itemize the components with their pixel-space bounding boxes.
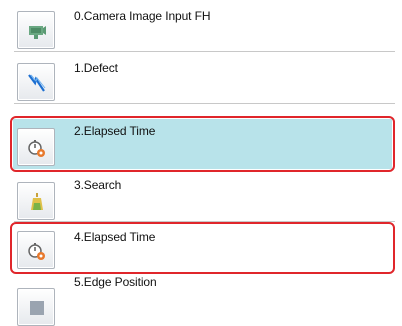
elapsed-time-icon xyxy=(28,140,45,157)
highlight-frame xyxy=(10,116,395,172)
flow-item-elapsed-time[interactable]: 4.Elapsed Time xyxy=(10,222,395,274)
flow-item-label: 5.Edge Position xyxy=(74,275,157,289)
highlight-frame xyxy=(10,222,395,274)
flow-item-icon-button[interactable] xyxy=(17,63,55,101)
elapsed-time-icon xyxy=(28,243,45,260)
flow-item-label: 2.Elapsed Time xyxy=(74,124,156,138)
defect-icon xyxy=(28,74,46,92)
flow-item-edge-position[interactable]: 5.Edge Position xyxy=(10,275,395,326)
flow-item-icon-button[interactable] xyxy=(17,288,55,326)
flow-item-label: 3.Search xyxy=(74,178,122,192)
row-divider xyxy=(14,103,395,104)
flow-item-icon-button[interactable] xyxy=(17,231,55,269)
search-icon xyxy=(31,193,43,210)
flow-item-label: 4.Elapsed Time xyxy=(74,230,156,244)
flow-item-label: 0.Camera Image Input FH xyxy=(74,9,211,23)
flow-item-defect[interactable]: 1.Defect xyxy=(10,52,395,104)
flow-item-search[interactable]: 3.Search xyxy=(10,172,395,222)
processing-flow-list: 0.Camera Image Input FH 1.Defect 2.Elaps… xyxy=(0,0,402,326)
flow-item-icon-button[interactable] xyxy=(17,11,55,49)
flow-item-label: 1.Defect xyxy=(74,61,118,75)
flow-item-icon-button[interactable] xyxy=(17,182,55,220)
flow-item-camera-image-input[interactable]: 0.Camera Image Input FH xyxy=(10,0,395,52)
flow-item-icon-button[interactable] xyxy=(17,128,55,166)
flow-item-elapsed-time-selected[interactable]: 2.Elapsed Time xyxy=(10,116,395,172)
edge-position-icon xyxy=(30,301,44,315)
camera-image-input-icon xyxy=(29,26,46,39)
